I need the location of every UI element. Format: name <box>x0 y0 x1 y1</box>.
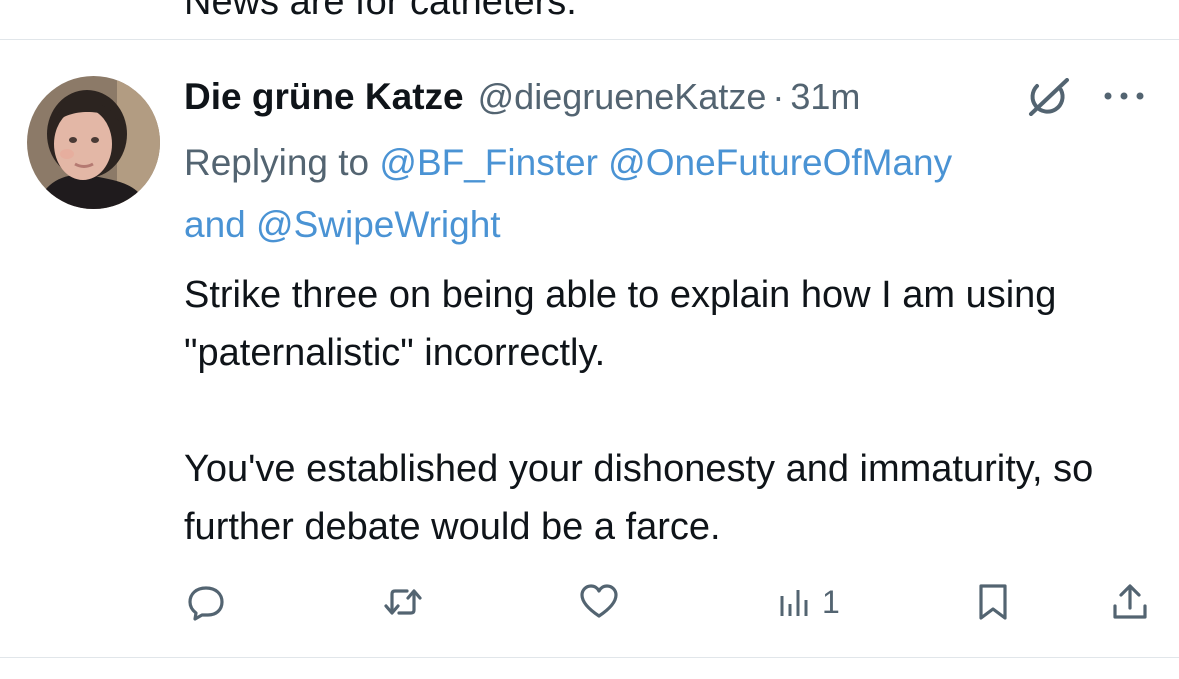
views-count: 1 <box>822 583 840 620</box>
avatar-photo <box>27 76 160 209</box>
mention-onefutureofmany[interactable]: @OneFutureOfMany <box>608 142 952 183</box>
grok-icon[interactable] <box>1025 78 1071 116</box>
previous-tweet-text: News are for catheters. <box>184 0 577 23</box>
previous-tweet: News are for catheters. <box>0 0 1179 40</box>
replying-to: Replying to @BF_Finster @OneFutureOfMany… <box>184 132 1144 256</box>
bookmark-button[interactable] <box>973 578 1013 626</box>
avatar[interactable] <box>27 76 160 209</box>
user-handle[interactable]: @diegrueneKatze <box>478 76 767 118</box>
views-icon <box>780 590 808 616</box>
mention-swipewright[interactable]: @SwipeWright <box>256 204 501 245</box>
mention-joiner: and <box>184 204 246 245</box>
divider <box>0 39 1179 40</box>
separator-dot: · <box>772 76 785 117</box>
share-icon <box>1113 584 1147 619</box>
retweet-button[interactable] <box>383 578 423 626</box>
like-icon <box>580 584 618 618</box>
share-button[interactable] <box>1110 578 1150 626</box>
timestamp[interactable]: 31m <box>790 76 860 118</box>
bookmark-icon <box>979 584 1007 620</box>
replying-to-label: Replying to <box>184 142 370 183</box>
retweet-icon <box>384 589 422 615</box>
tweet-body: Strike three on being able to explain ho… <box>184 266 1164 556</box>
tweet-header: Die grüne Katze @diegrueneKatze · 31m <box>184 72 860 122</box>
reply-icon <box>188 586 224 621</box>
views-button[interactable]: 1 <box>776 578 840 626</box>
divider <box>0 657 1179 658</box>
display-name[interactable]: Die grüne Katze <box>184 76 464 118</box>
tweet-paragraph: Strike three on being able to explain ho… <box>184 274 1057 374</box>
more-icon[interactable] <box>1102 86 1146 106</box>
tweet-paragraph: You've established your dishonesty and i… <box>184 448 1094 548</box>
tweet-actions: 1 <box>0 578 1179 626</box>
mention-bf-finster[interactable]: @BF_Finster <box>379 142 598 183</box>
reply-button[interactable] <box>186 578 226 626</box>
like-button[interactable] <box>579 578 619 626</box>
